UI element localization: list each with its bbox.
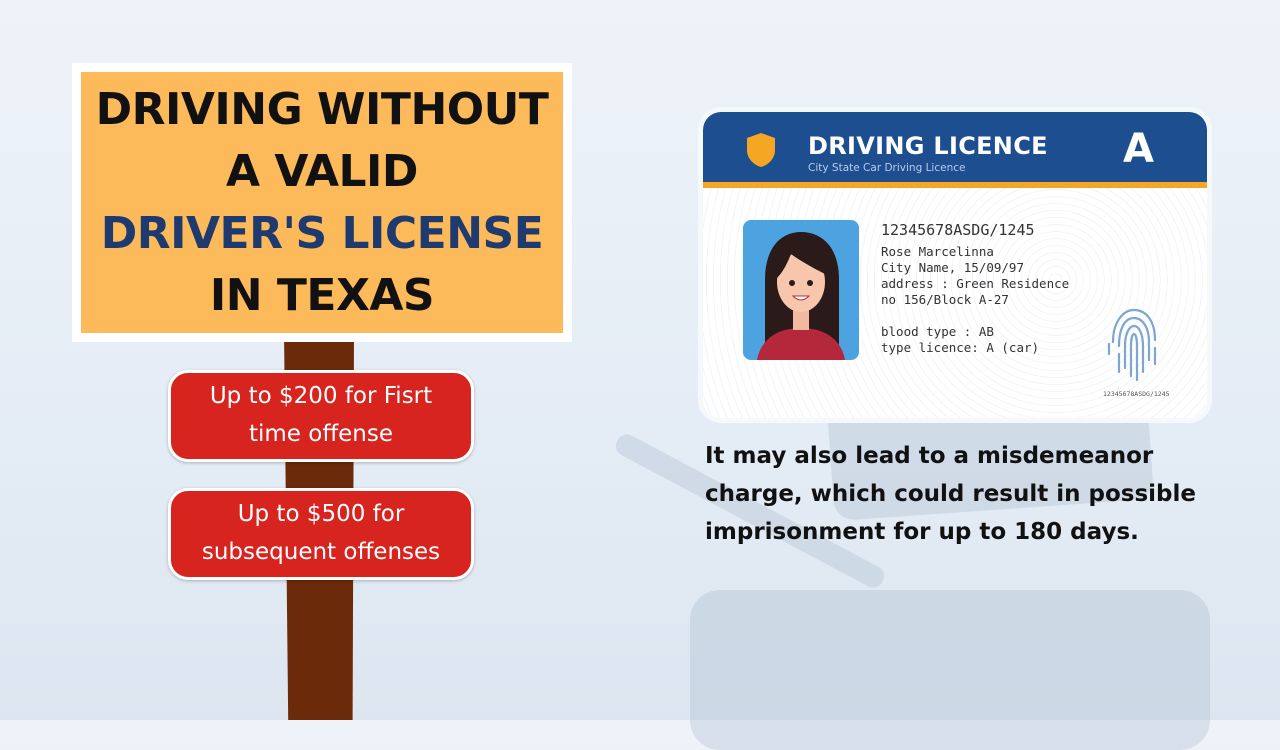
card-header: DRIVING LICENCE City State Car Driving L… [703,112,1207,182]
licence-number: 12345678ASDG/1245 [881,221,1035,239]
avatar [743,220,859,360]
fine-sign-first-offense: Up to $200 for Fisrt time offense [168,370,474,462]
misdemeanor-note: It may also lead to a misdemeanor charge… [705,443,1196,545]
sign-line-3: DRIVER'S LICENSE [100,207,544,259]
holder-licence-type: type licence: A (car) [881,340,1040,355]
licence-details: 12345678ASDG/1245 Rose Marcelinna City N… [881,222,1069,356]
shield-icon [747,133,775,167]
fingerprint-icon [1107,308,1157,382]
sign-line-2: A VALID [226,145,418,197]
sign-line-1: DRIVING WITHOUT [95,83,549,135]
card-subtitle: City State Car Driving Licence [808,162,966,174]
sign-board: DRIVING WITHOUT A VALID DRIVER'S LICENSE… [72,63,572,342]
card-class-letter: A [1123,126,1154,172]
driving-licence-card: DRIVING LICENCE City State Car Driving L… [703,112,1207,418]
card-title: DRIVING LICENCE [808,132,1048,160]
portrait-illustration [757,232,845,360]
holder-city-dob: City Name, 15/09/97 [881,260,1024,275]
sign-headline: DRIVING WITHOUT A VALID DRIVER'S LICENSE… [81,72,563,333]
holder-name: Rose Marcelinna [881,244,994,259]
sign-line-4: IN TEXAS [209,269,435,321]
fine-sign-subsequent-offenses: Up to $500 for subsequent offenses [168,488,474,580]
holder-blood-type: blood type : AB [881,324,994,339]
holder-address-line-1: address : Green Residence [881,276,1070,291]
card-small-number: 12345678ASDG/1245 [1103,390,1170,398]
holder-address-line-2: no 156/Block A-27 [881,292,1009,307]
